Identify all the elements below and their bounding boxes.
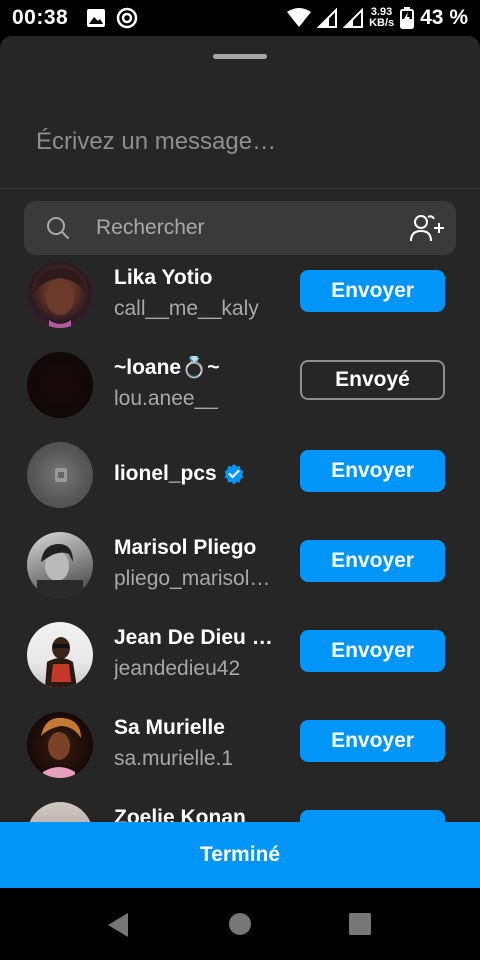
search-icon <box>47 217 69 239</box>
done-button[interactable]: Terminé <box>0 822 480 888</box>
battery-percentage: 43 % <box>420 6 468 29</box>
back-icon[interactable] <box>106 912 130 938</box>
contact-username: pliego_marisol… <box>114 567 271 590</box>
sent-button[interactable]: Envoyé <box>300 360 445 400</box>
list-item[interactable]: Sa Murielle sa.murielle.1 Envoyer <box>0 712 480 802</box>
send-button[interactable]: Envoyer <box>300 630 445 672</box>
list-item[interactable]: Marisol Pliego pliego_marisol… Envoyer <box>0 532 480 622</box>
recents-icon[interactable] <box>348 912 372 936</box>
signal-icon <box>343 8 364 28</box>
contact-name: Zoelie Konan <box>114 806 246 822</box>
contact-list: Lika Yotio call__me__kaly Envoyer ~loane… <box>0 262 480 822</box>
navigation-bar <box>0 888 480 960</box>
send-button[interactable]: Envoyer <box>300 450 445 492</box>
send-button[interactable]: Envoyer <box>300 810 445 822</box>
send-button[interactable]: Envoyer <box>300 720 445 762</box>
contact-name: ~loane💍~ <box>114 356 220 379</box>
net-speed: 3.93 KB/s <box>369 6 395 29</box>
verified-badge-icon <box>224 464 244 485</box>
contact-name: Sa Murielle <box>114 716 225 739</box>
contact-username: lou.anee__ <box>114 387 218 410</box>
list-item[interactable]: ~loane💍~ lou.anee__ Envoyé <box>0 352 480 442</box>
battery-charging-icon <box>400 7 415 29</box>
contact-username: jeandedieu42 <box>114 657 241 680</box>
avatar <box>27 802 93 822</box>
status-bar: 00:38 3.93 KB/s 43 % <box>0 0 480 36</box>
image-icon <box>87 9 106 27</box>
home-icon[interactable] <box>228 912 252 936</box>
contact-name: Marisol Pliego <box>114 536 257 559</box>
search-bar[interactable]: Rechercher <box>24 201 456 255</box>
avatar <box>27 532 93 598</box>
status-time: 00:38 <box>12 6 69 29</box>
divider <box>0 188 480 189</box>
wifi-icon <box>287 8 312 27</box>
drag-handle[interactable] <box>213 54 267 59</box>
share-sheet: Écrivez un message… Rechercher Lika Yoti… <box>0 36 480 888</box>
contact-username: sa.murielle.1 <box>114 747 234 770</box>
contact-name: Jean De Dieu … <box>114 626 273 649</box>
at-sign-icon <box>116 7 138 29</box>
avatar <box>27 262 93 328</box>
avatar <box>27 622 93 688</box>
message-input[interactable]: Écrivez un message… <box>36 128 276 156</box>
contact-name: Lika Yotio <box>114 266 213 289</box>
contact-username: call__me__kaly <box>114 297 259 320</box>
avatar <box>27 712 93 778</box>
list-item[interactable]: lionel_pcs Envoyer <box>0 442 480 532</box>
avatar <box>27 442 93 508</box>
list-item[interactable]: Jean De Dieu … jeandedieu42 Envoyer <box>0 622 480 712</box>
send-button[interactable]: Envoyer <box>300 540 445 582</box>
signal-icon <box>317 8 338 28</box>
search-input[interactable]: Rechercher <box>96 216 205 240</box>
avatar <box>27 352 93 418</box>
list-item[interactable]: Lika Yotio call__me__kaly Envoyer <box>0 262 480 352</box>
send-button[interactable]: Envoyer <box>300 270 445 312</box>
contact-name: lionel_pcs <box>114 462 245 486</box>
add-people-icon[interactable] <box>410 213 446 243</box>
list-item[interactable]: Zoelie Konan Envoyer <box>0 802 480 822</box>
